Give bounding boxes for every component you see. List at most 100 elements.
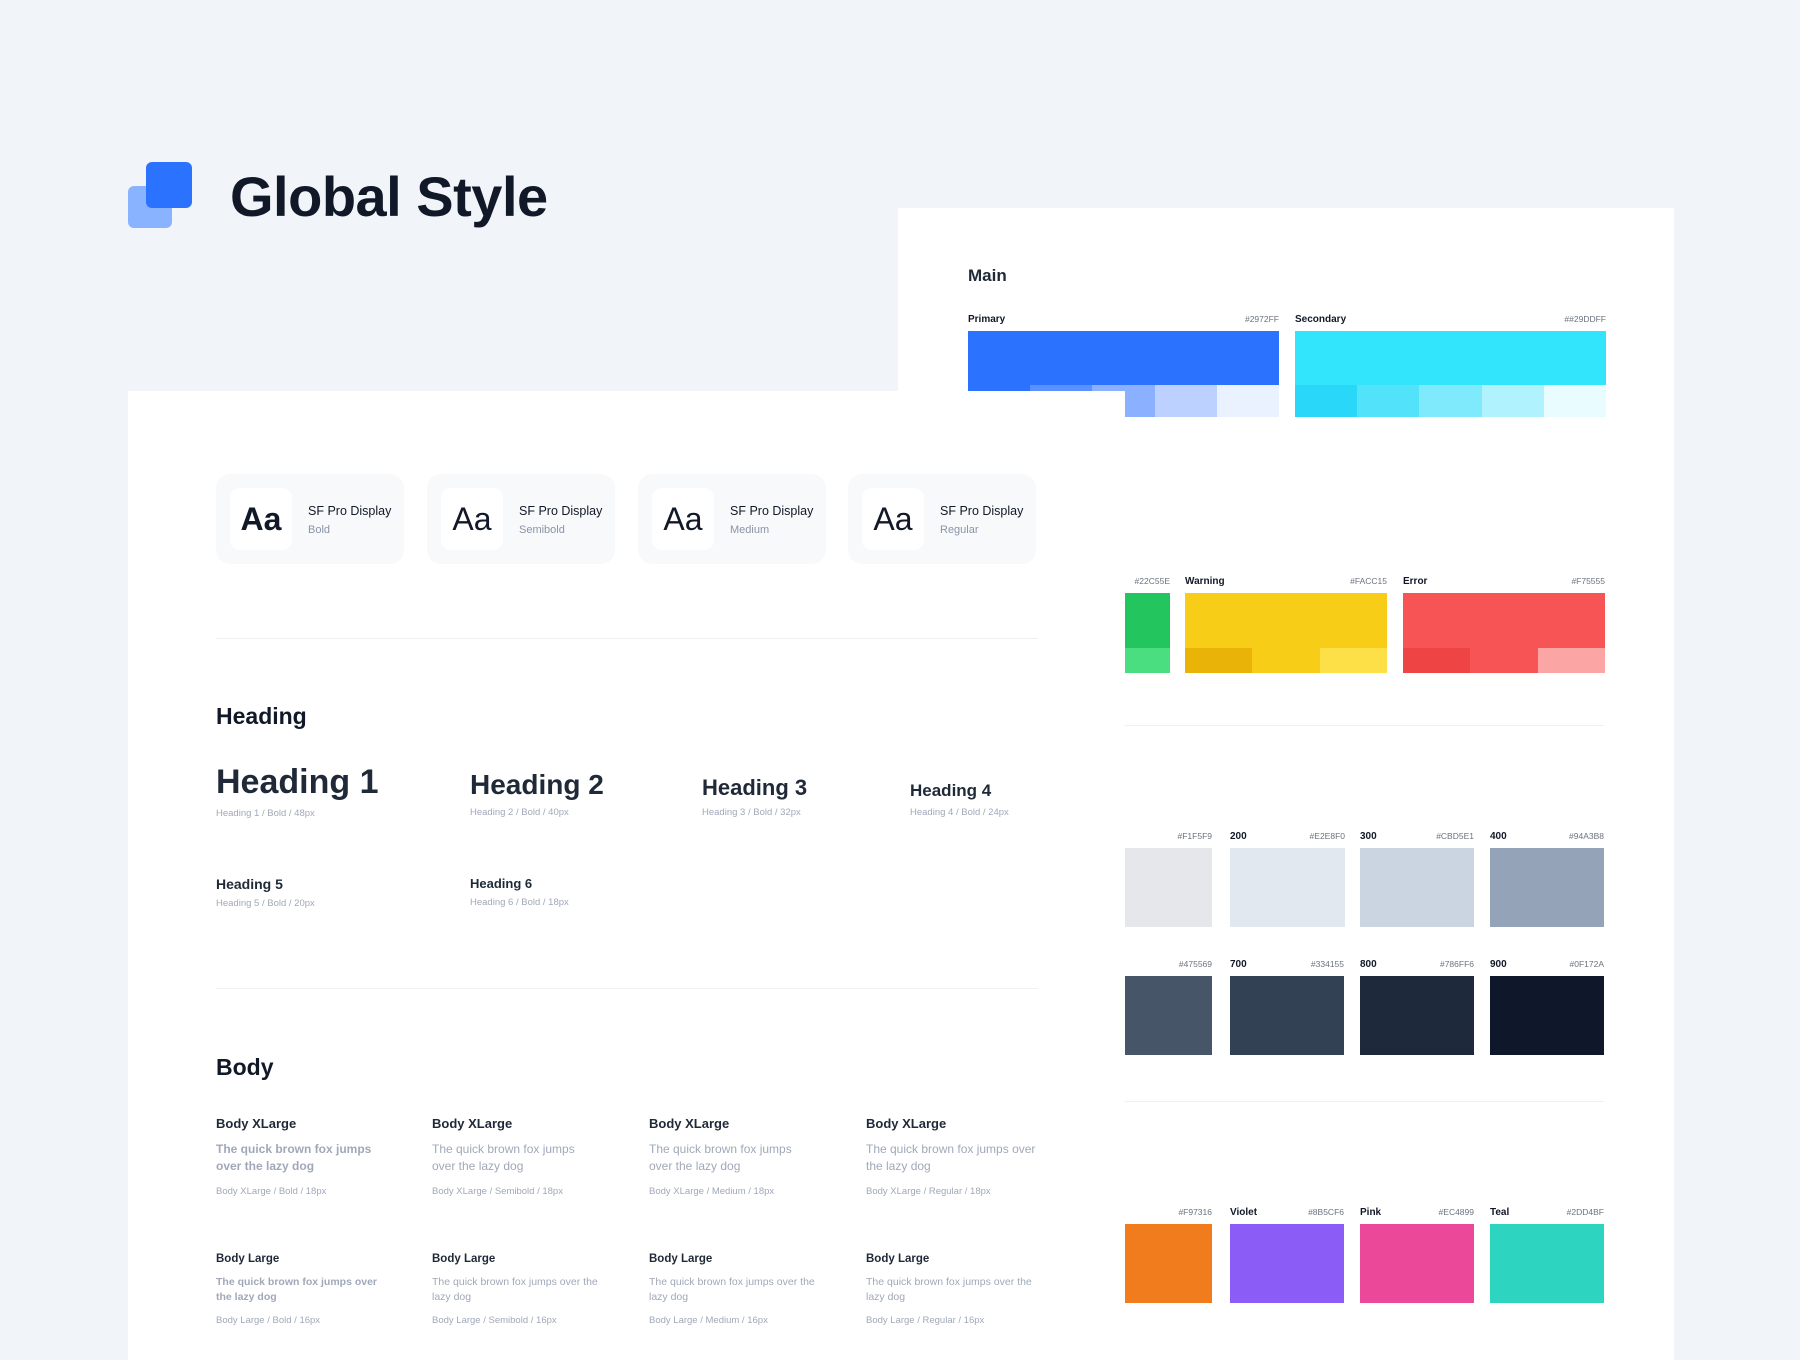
body-style-meta: Body Large / Semibold / 16px bbox=[432, 1315, 557, 1327]
font-weight: Semibold bbox=[519, 524, 565, 536]
heading-3-sample: Heading 3 Heading 3 / Bold / 32px bbox=[702, 775, 807, 818]
heading-name: Heading 5 bbox=[216, 876, 283, 892]
swatch-label: Primary bbox=[968, 314, 1006, 325]
shade-chip[interactable] bbox=[1319, 648, 1387, 673]
shade-chip[interactable] bbox=[1470, 648, 1538, 673]
font-sample-aa: Aa bbox=[862, 488, 924, 550]
swatch-hex: #CBD5E1 bbox=[1436, 831, 1474, 841]
shade-chip[interactable] bbox=[1481, 385, 1544, 417]
swatch-hex: ##29DDFF bbox=[1564, 314, 1606, 324]
swatch-grey-300[interactable]: 300 #CBD5E1 bbox=[1360, 831, 1474, 927]
shade-chip[interactable] bbox=[1357, 385, 1420, 417]
swatch-fill bbox=[1490, 1224, 1604, 1303]
swatch-secondary[interactable]: Secondary ##29DDFF bbox=[1295, 314, 1607, 417]
swatch-hex: #FACC15 bbox=[1350, 576, 1387, 586]
font-sample-aa: Aa bbox=[652, 488, 714, 550]
shade-chip[interactable] bbox=[1216, 385, 1280, 417]
color-section-main-title: Main bbox=[968, 266, 1007, 285]
heading-4-sample: Heading 4 Heading 4 / Bold / 24px bbox=[910, 781, 1009, 818]
shade-chip[interactable] bbox=[1295, 385, 1358, 417]
swatch-hex: #94A3B8 bbox=[1569, 831, 1604, 841]
body-sample-text: The quick brown fox jumps over the lazy … bbox=[866, 1276, 1032, 1304]
shade-chip[interactable] bbox=[1403, 648, 1471, 673]
font-name: SF Pro Display bbox=[308, 504, 392, 518]
heading-meta: Heading 4 / Bold / 24px bbox=[910, 807, 1009, 818]
swatch-hex: #F97316 bbox=[1178, 1207, 1212, 1217]
font-name: SF Pro Display bbox=[519, 504, 603, 518]
shade-row bbox=[1185, 648, 1387, 673]
swatch-pink[interactable]: Pink #EC4899 bbox=[1360, 1207, 1474, 1303]
shade-chip[interactable] bbox=[1537, 648, 1605, 673]
heading-meta: Heading 2 / Bold / 40px bbox=[470, 807, 569, 818]
body-style-name: Body XLarge bbox=[216, 1116, 297, 1131]
heading-name: Heading 3 bbox=[702, 775, 808, 800]
font-chip-medium[interactable]: Aa SF Pro Display Medium bbox=[638, 474, 826, 564]
swatch-warning[interactable]: Warning #FACC15 bbox=[1185, 576, 1387, 673]
swatch-hex: #2972FF bbox=[1244, 314, 1279, 324]
body-style-name: Body Large bbox=[432, 1253, 496, 1265]
shade-chip[interactable] bbox=[1543, 385, 1607, 417]
heading-meta: Heading 5 / Bold / 20px bbox=[216, 898, 315, 909]
swatch-label: 300 bbox=[1360, 831, 1377, 842]
body-section-title: Body bbox=[216, 1054, 274, 1080]
body-style-name: Body XLarge bbox=[432, 1116, 513, 1131]
body-xlarge-bold: Body XLarge The quick brown fox jumps ov… bbox=[216, 1116, 396, 1197]
body-xlarge-medium: Body XLarge The quick brown fox jumps ov… bbox=[649, 1116, 829, 1197]
shade-chip[interactable] bbox=[1419, 385, 1482, 417]
font-chip-regular[interactable]: Aa SF Pro Display Regular bbox=[848, 474, 1036, 564]
typography-card: Aa SF Pro Display Bold Aa SF Pro Display… bbox=[128, 391, 1125, 1360]
swatch-grey-400[interactable]: 400 #94A3B8 bbox=[1490, 831, 1604, 927]
body-style-meta: Body Large / Bold / 16px bbox=[216, 1315, 321, 1327]
shade-chip[interactable] bbox=[1252, 648, 1320, 673]
body-style-meta: Body XLarge / Bold / 18px bbox=[216, 1185, 327, 1197]
body-style-meta: Body Large / Medium / 16px bbox=[649, 1315, 768, 1327]
body-sample-text: The quick brown fox jumps over the lazy … bbox=[216, 1276, 378, 1304]
swatch-label: Teal bbox=[1490, 1207, 1510, 1218]
swatch-grey-700[interactable]: 700 #334155 bbox=[1230, 959, 1344, 1055]
swatch-fill bbox=[1230, 976, 1344, 1055]
swatch-label: 800 bbox=[1360, 959, 1377, 970]
swatch-error[interactable]: Error #F75555 bbox=[1403, 576, 1605, 673]
swatch-teal[interactable]: Teal #2DD4BF bbox=[1490, 1207, 1604, 1303]
swatch-grey-900[interactable]: 900 #0F172A bbox=[1490, 959, 1604, 1055]
font-chip-bold[interactable]: Aa SF Pro Display Bold bbox=[216, 474, 404, 564]
shade-chip[interactable] bbox=[1154, 385, 1217, 417]
body-xlarge-regular: Body XLarge The quick brown fox jumps ov… bbox=[866, 1116, 1046, 1197]
body-xlarge-semibold: Body XLarge The quick brown fox jumps ov… bbox=[432, 1116, 612, 1197]
shade-chip[interactable] bbox=[1185, 648, 1253, 673]
body-sample-text: The quick brown fox jumps over the lazy … bbox=[432, 1276, 598, 1304]
swatch-grey-200[interactable]: 200 #E2E8F0 bbox=[1230, 831, 1345, 927]
body-large-bold: Body Large The quick brown fox jumps ove… bbox=[216, 1253, 396, 1326]
body-sample-text: The quick brown fox jumps over the lazy … bbox=[866, 1142, 1036, 1174]
swatch-fill bbox=[1490, 848, 1604, 927]
heading-2-sample: Heading 2 Heading 2 / Bold / 40px bbox=[470, 769, 604, 818]
heading-meta: Heading 3 / Bold / 32px bbox=[702, 807, 801, 818]
font-weight: Bold bbox=[308, 524, 331, 536]
body-large-regular: Body Large The quick brown fox jumps ove… bbox=[866, 1253, 1046, 1326]
section-divider bbox=[216, 638, 1038, 639]
swatch-label: Pink bbox=[1360, 1207, 1382, 1218]
swatch-hex: #F1F5F9 bbox=[1177, 831, 1213, 841]
swatch-label: 400 bbox=[1490, 831, 1507, 842]
font-weight: Medium bbox=[730, 524, 770, 536]
swatch-hex: #F75555 bbox=[1571, 576, 1605, 586]
swatch-label: 700 bbox=[1230, 959, 1247, 970]
swatch-label: Violet bbox=[1230, 1207, 1258, 1218]
swatch-fill bbox=[1360, 848, 1474, 927]
body-sample-text: The quick brown fox jumps over the lazy … bbox=[432, 1142, 575, 1174]
swatch-grey-800[interactable]: 800 #786FF6 bbox=[1360, 959, 1474, 1055]
swatch-label: Secondary bbox=[1295, 314, 1347, 325]
heading-name: Heading 4 bbox=[910, 781, 992, 800]
body-style-name: Body XLarge bbox=[866, 1116, 947, 1131]
swatch-hex: #2DD4BF bbox=[1566, 1207, 1604, 1217]
swatch-hex: #475569 bbox=[1178, 959, 1212, 969]
heading-6-sample: Heading 6 Heading 6 / Bold / 18px bbox=[470, 876, 569, 908]
body-style-meta: Body XLarge / Medium / 18px bbox=[649, 1185, 775, 1197]
swatch-violet[interactable]: Violet #8B5CF6 bbox=[1230, 1207, 1344, 1303]
logo-front-square bbox=[146, 162, 192, 208]
shade-row bbox=[1403, 648, 1605, 673]
font-chip-semibold[interactable]: Aa SF Pro Display Semibold bbox=[427, 474, 615, 564]
body-large-semibold: Body Large The quick brown fox jumps ove… bbox=[432, 1253, 612, 1326]
swatch-fill bbox=[1360, 976, 1474, 1055]
body-style-meta: Body XLarge / Regular / 18px bbox=[866, 1185, 991, 1197]
